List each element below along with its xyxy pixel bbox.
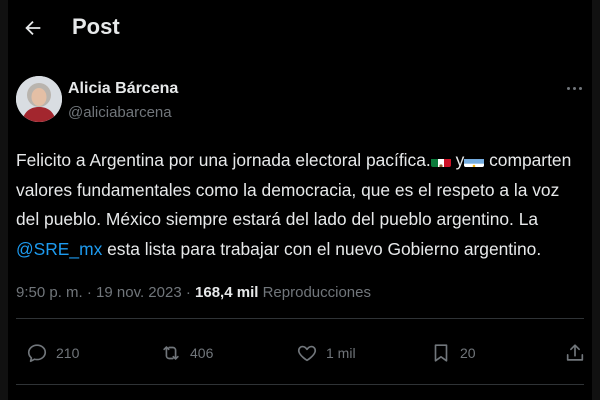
post-meta: 9:50 p. m. · 19 nov. 2023 · 168,4 mil Re… [16,284,371,301]
heart-icon [297,345,317,362]
share-icon [566,344,584,361]
author-handle[interactable]: @aliciabarcena [68,104,172,121]
divider-bottom [16,384,584,385]
author-name[interactable]: Alicia Bárcena [68,80,178,98]
post-line-1: Felicito a Argentina por una jornada ele… [16,146,592,176]
more-dots-icon[interactable] [564,80,584,96]
header: Post [8,0,592,58]
views-count[interactable]: 168,4 mil [195,284,258,301]
repost-icon [163,346,179,360]
post-text: Felicito a Argentina por una jornada ele… [16,146,592,264]
avatar[interactable] [16,76,62,122]
divider [16,318,584,319]
post-date[interactable]: 19 nov. 2023 [96,284,182,301]
reply-button[interactable]: 210 [26,342,79,364]
like-button[interactable]: 1 mil [296,342,356,364]
mention-link[interactable]: @SRE_mx [16,239,102,259]
bookmark-icon [434,344,448,362]
post-line-4: @SRE_mx esta lista para trabajar con el … [16,238,542,259]
argentina-flag-emoji [464,153,485,167]
action-bar: 210 406 1 mil 20 [16,336,584,372]
reply-icon [27,344,47,363]
post-line-2: valores fundamentales como la democracia… [16,179,560,200]
arrow-left-icon[interactable] [22,17,44,39]
repost-button[interactable]: 406 [160,342,213,364]
post-line-3: del pueblo. México siempre estará del la… [16,209,539,229]
post-time[interactable]: 9:50 p. m. [16,284,83,301]
post-view: Post Alicia Bárcena @aliciabarcena Felic… [0,0,600,400]
views-label: Reproducciones [258,284,371,301]
mexico-flag-emoji [430,153,451,167]
page-title: Post [72,14,120,39]
bookmark-button[interactable]: 20 [430,342,476,364]
share-button[interactable] [564,342,586,364]
